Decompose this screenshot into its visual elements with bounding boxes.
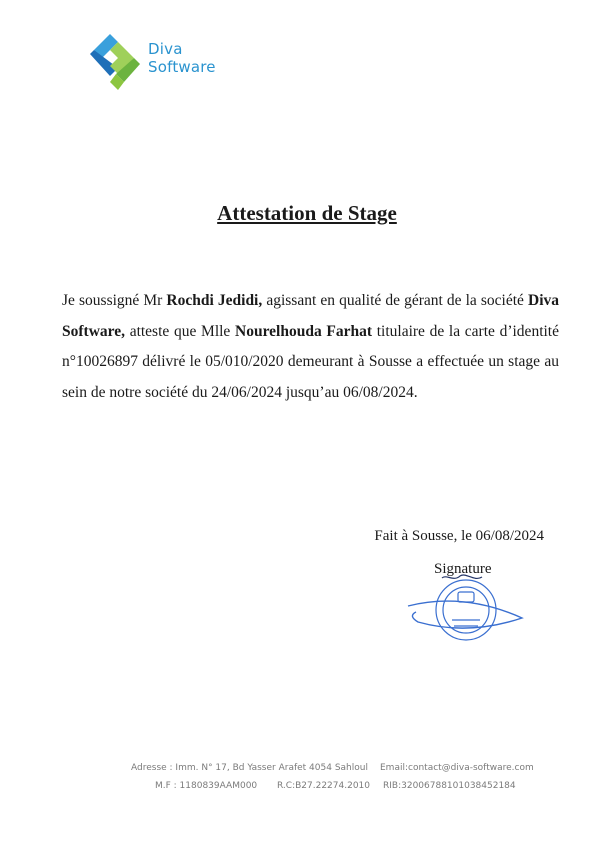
company-stamp-seal — [407, 574, 524, 641]
intern-name: Nourelhouda Farhat — [235, 322, 373, 340]
place-date: Fait à Sousse, le 06/08/2024 — [374, 528, 544, 544]
body-text-1: Je soussigné Mr — [62, 292, 167, 309]
manager-name: Rochdi Jedidi, — [166, 292, 263, 309]
document-title: Attestation de Stage — [217, 201, 397, 225]
company-logo: Diva Software — [88, 32, 233, 94]
diva-logo-icon — [90, 34, 140, 90]
body-text-3: atteste que Mlle — [125, 322, 235, 340]
brand-line-2: Software — [148, 58, 216, 76]
attestation-body: Je soussigné Mr Rochdi Jedidi, agissant … — [62, 286, 559, 408]
footer-address: Adresse : Imm. N° 17, Bd Yasser Arafet 4… — [131, 763, 368, 773]
footer-rib: RIB:32006788101038452184 — [383, 781, 516, 791]
brand-line-1: Diva — [148, 40, 183, 58]
brand-name: Diva Software — [148, 42, 216, 75]
body-text-2: agissant en qualité de gérant de la soci… — [262, 292, 529, 309]
footer-email: Email:contact@diva-software.com — [380, 763, 534, 773]
footer-mf: M.F : 1180839AAM000 — [155, 781, 258, 791]
footer-rc: R.C:B27.22274.2010 — [277, 781, 370, 791]
